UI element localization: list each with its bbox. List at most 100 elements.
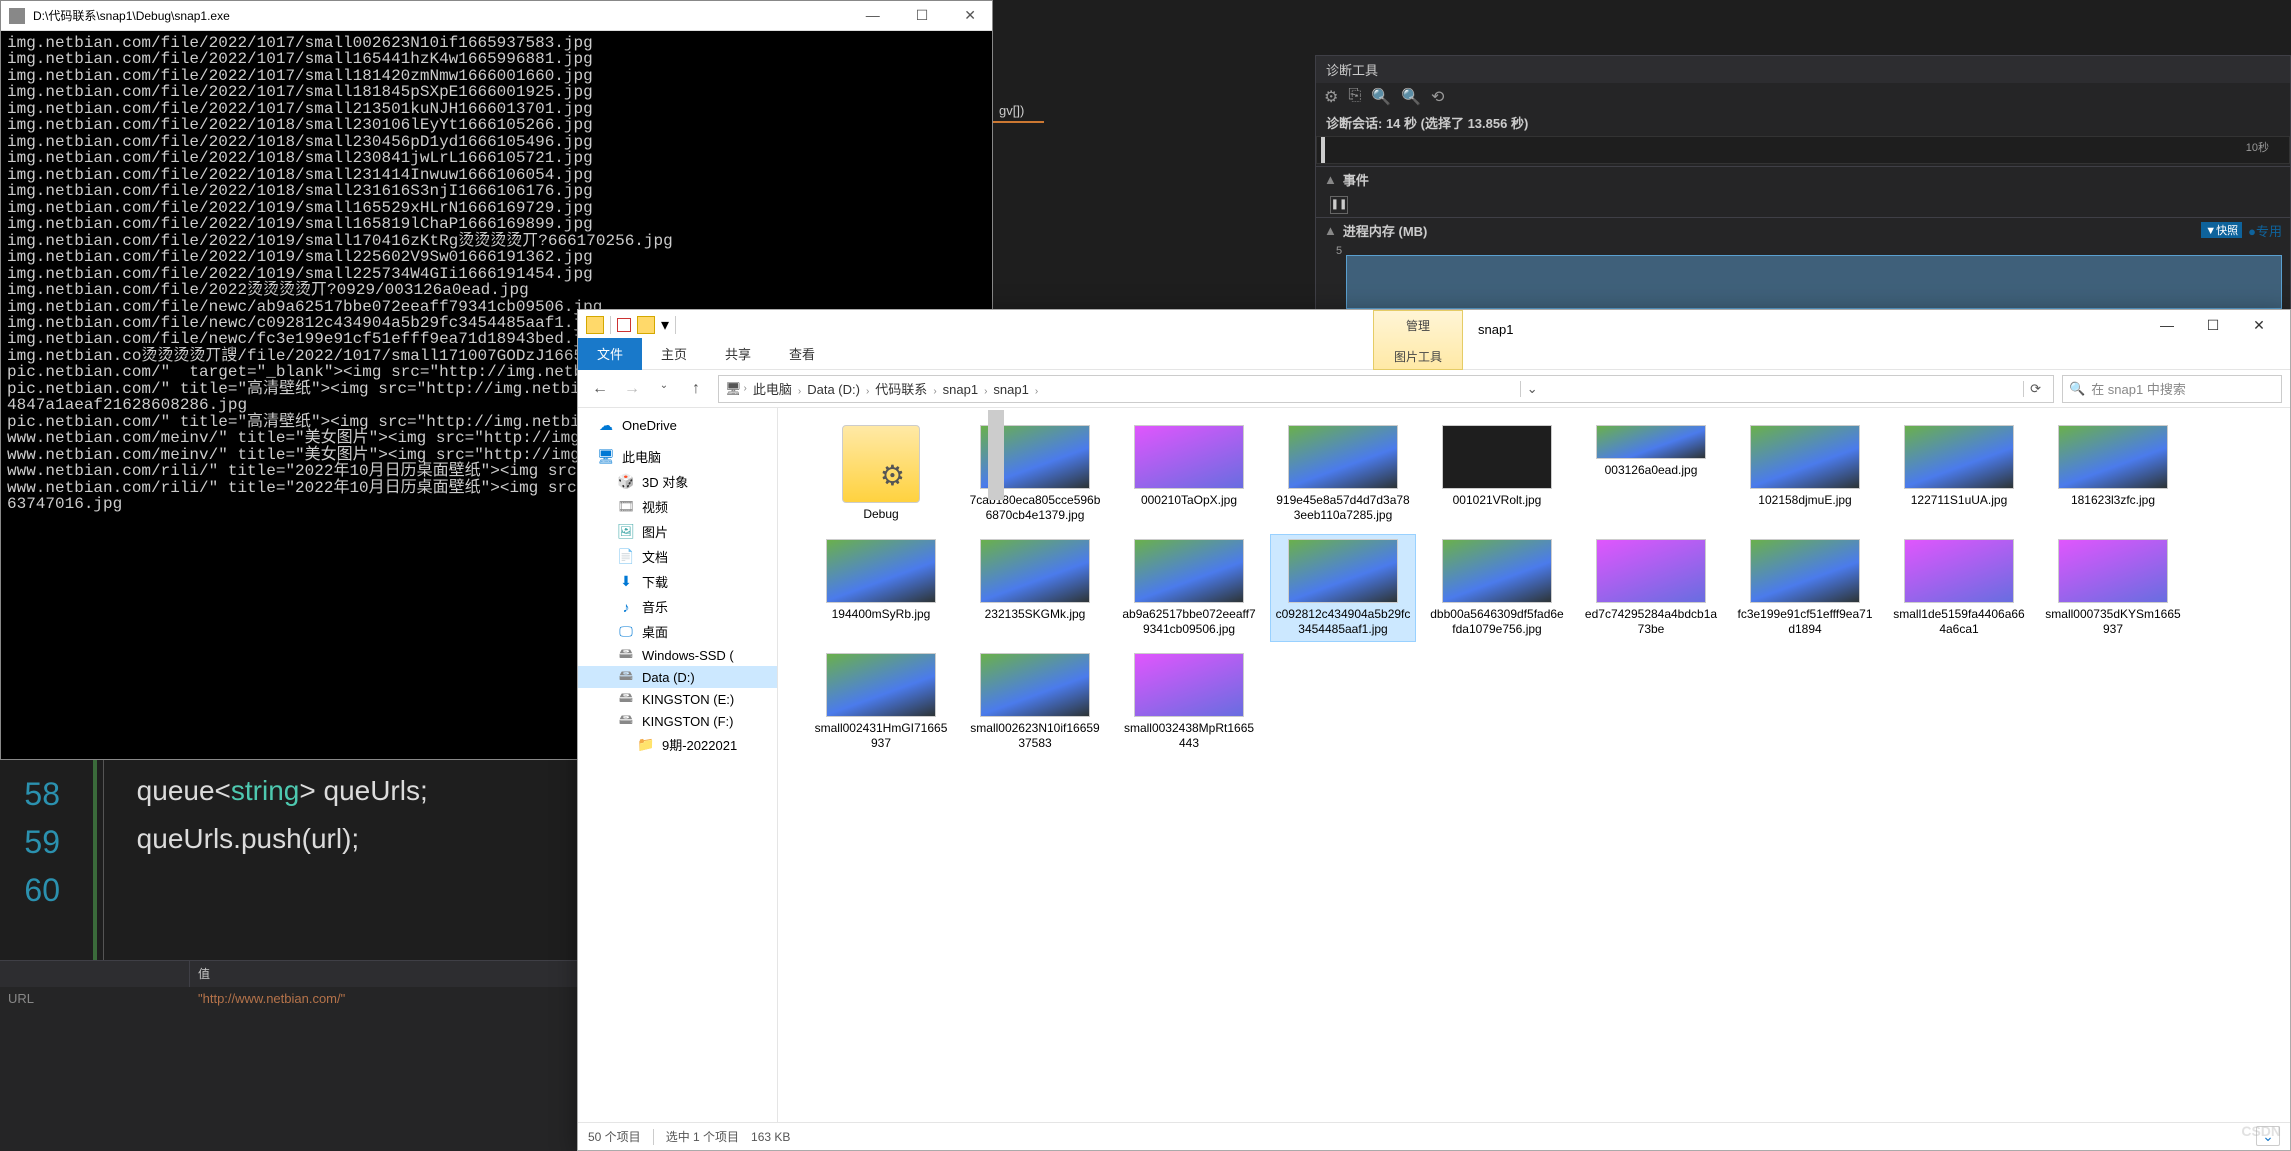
file-thumbnail (826, 539, 936, 603)
up-button[interactable]: ↑ (682, 380, 710, 398)
tab-share[interactable]: 共享 (706, 338, 770, 370)
sidebar-kingston-e[interactable]: 🖴KINGSTON (E:) (578, 688, 777, 710)
minimize-button[interactable]: — (2144, 310, 2190, 340)
image-file-item[interactable]: small000735dKYSm1665937 (2040, 534, 2186, 642)
image-file-item[interactable]: small002623N10if1665937583 (962, 648, 1108, 756)
console-titlebar[interactable]: D:\代码联系\snap1\Debug\snap1.exe — ☐ ✕ (1, 1, 992, 31)
ribbon-tabs: 文件 主页 共享 查看 (578, 338, 834, 370)
image-file-item[interactable]: small002431HmGI71665937 (808, 648, 954, 756)
export-icon[interactable]: ⎘ (1348, 87, 1361, 107)
back-button[interactable]: ← (586, 380, 614, 398)
document-icon: 📄 (618, 549, 634, 565)
image-file-item[interactable]: fc3e199e91cf51efff9ea71d1894 (1732, 534, 1878, 642)
image-file-item[interactable]: 919e45e8a57d4d7d3a783eeb110a7285.jpg (1270, 420, 1416, 528)
image-file-item[interactable]: 003126a0ead.jpg (1578, 420, 1724, 528)
forward-button[interactable]: → (618, 380, 646, 398)
close-button[interactable]: ✕ (956, 5, 984, 26)
image-file-item[interactable]: 7cab180eca805cce596b6870cb4e1379.jpg (962, 420, 1108, 528)
image-file-item[interactable]: dbb00a5646309df5fad6efda1079e756.jpg (1424, 534, 1570, 642)
qat-separator-2 (675, 316, 676, 334)
folder-icon: 📁 (638, 737, 654, 753)
image-file-item[interactable]: ed7c74295284a4bdcb1a73be (1578, 534, 1724, 642)
breadcrumb-arrow[interactable]: › (1033, 386, 1040, 397)
image-file-item[interactable]: small0032438MpRt1665443 (1116, 648, 1262, 756)
breadcrumb-segment[interactable]: snap1 (939, 382, 982, 397)
image-file-item[interactable]: 102158djmuE.jpg (1732, 420, 1878, 528)
image-file-item[interactable]: 194400mSyRb.jpg (808, 534, 954, 642)
editor-subtab[interactable]: gv[]) (993, 100, 1044, 123)
breadcrumb-segment[interactable]: Data (D:) (803, 382, 864, 397)
file-name-label: 000210TaOpX.jpg (1141, 493, 1237, 508)
tab-file[interactable]: 文件 (578, 338, 642, 370)
image-file-item[interactable]: ab9a62517bbe072eeaff79341cb09506.jpg (1116, 534, 1262, 642)
chevron-down-icon: ▲ (1324, 172, 1337, 187)
search-box[interactable]: 🔍 在 snap1 中搜索 (2062, 375, 2282, 403)
folder-icon-2[interactable] (637, 316, 655, 334)
breadcrumb-segment[interactable]: 代码联系 (871, 382, 931, 397)
checkbox-icon[interactable] (617, 318, 631, 332)
address-dropdown[interactable]: ⌄ (1520, 381, 1544, 397)
zoom-in-icon[interactable]: 🔍 (1371, 87, 1391, 107)
breadcrumb-arrow[interactable]: › (931, 386, 938, 397)
explorer-content[interactable]: Debug7cab180eca805cce596b6870cb4e1379.jp… (778, 408, 2290, 1122)
image-file-item[interactable]: c092812c434904a5b29fc3454485aaf1.jpg (1270, 534, 1416, 642)
file-thumbnail (1288, 539, 1398, 603)
maximize-button[interactable]: ☐ (908, 5, 937, 26)
sidebar-videos[interactable]: 🎞视频 (578, 494, 777, 519)
breadcrumb-bar[interactable]: 🖥 › 此电脑›Data (D:)›代码联系›snap1›snap1› ⌄ ⟳ (718, 375, 2054, 403)
scrollbar-thumb[interactable] (988, 410, 1004, 500)
file-name-label: 194400mSyRb.jpg (832, 607, 931, 622)
folder-icon[interactable] (586, 316, 604, 334)
image-file-item[interactable]: small1de5159fa4406a664a6ca1 (1886, 534, 2032, 642)
memory-section-header[interactable]: ▲ 进程内存 (MB) ▼快照 ●专用 (1316, 217, 2290, 243)
maximize-button[interactable]: ☐ (2190, 310, 2236, 340)
sidebar-scrollbar[interactable] (988, 410, 1004, 1010)
file-thumbnail (1750, 539, 1860, 603)
sidebar-thispc[interactable]: 🖥此电脑 (578, 444, 777, 469)
sidebar-pictures[interactable]: 🖼图片 (578, 519, 777, 544)
sidebar-kingston-f[interactable]: 🖴KINGSTON (F:) (578, 710, 777, 732)
drive-icon: 🖴 (618, 713, 634, 729)
image-file-item[interactable]: 181623l3zfc.jpg (2040, 420, 2186, 528)
image-file-item[interactable]: 122711S1uUA.jpg (1886, 420, 2032, 528)
events-section-header[interactable]: ▲ 事件 (1316, 166, 2290, 192)
sidebar-data-d[interactable]: 🖴Data (D:) (578, 666, 777, 688)
pause-icon[interactable]: ❚❚ (1330, 196, 1348, 214)
sidebar-onedrive[interactable]: ☁OneDrive (578, 414, 777, 436)
tab-home[interactable]: 主页 (642, 338, 706, 370)
explorer-window-buttons: — ☐ ✕ (2144, 310, 2282, 340)
diagnostics-session-text: 诊断会话: 14 秒 (选择了 13.856 秒) (1316, 111, 2290, 134)
image-file-item[interactable]: 001021VRolt.jpg (1424, 420, 1570, 528)
breadcrumb-arrow[interactable]: › (742, 383, 749, 394)
drive-icon: 🖴 (618, 691, 634, 707)
zoom-out-icon[interactable]: 🔍 (1401, 87, 1421, 107)
tab-view[interactable]: 查看 (770, 338, 834, 370)
gear-icon[interactable]: ⚙ (1324, 87, 1338, 107)
breadcrumb-segment[interactable]: 此电脑 (749, 382, 796, 397)
variables-col-name[interactable] (0, 961, 190, 987)
qat-overflow[interactable]: ▾ (661, 315, 669, 335)
contextual-tab-group[interactable]: 管理 图片工具 (1373, 310, 1463, 370)
image-file-item[interactable]: 000210TaOpX.jpg (1116, 420, 1262, 528)
refresh-button[interactable]: ⟳ (2023, 381, 2047, 397)
file-name-label: dbb00a5646309df5fad6efda1079e756.jpg (1429, 607, 1565, 637)
sidebar-music[interactable]: ♪音乐 (578, 594, 777, 619)
close-button[interactable]: ✕ (2236, 310, 2282, 340)
sidebar-3d-objects[interactable]: 🎲3D 对象 (578, 469, 777, 494)
folder-item[interactable]: Debug (808, 420, 954, 528)
sidebar-winssd[interactable]: 🖴Windows-SSD ( (578, 644, 777, 666)
snapshot-button[interactable]: ▼快照 (2201, 222, 2242, 238)
reset-zoom-icon[interactable]: ⟲ (1431, 87, 1444, 107)
breadcrumb-segment[interactable]: snap1 (989, 382, 1032, 397)
memory-chart[interactable]: 5 (1316, 243, 2290, 311)
image-file-item[interactable]: 232135SKGMk.jpg (962, 534, 1108, 642)
sidebar-documents[interactable]: 📄文档 (578, 544, 777, 569)
sidebar-folder-9[interactable]: 📁9期-2022021 (578, 732, 777, 757)
sidebar-downloads[interactable]: ⬇下载 (578, 569, 777, 594)
recent-dropdown[interactable]: ⌄ (650, 380, 678, 398)
sidebar-desktop[interactable]: 🖵桌面 (578, 619, 777, 644)
explorer-titlebar[interactable]: ▾ 文件 主页 共享 查看 管理 图片工具 snap1 — ☐ ✕ ⌄ (578, 310, 2290, 370)
minimize-button[interactable]: — (858, 5, 888, 26)
status-selected: 选中 1 个项目 (666, 1128, 739, 1145)
diagnostics-timeline[interactable]: 10秒 (1316, 136, 2290, 164)
